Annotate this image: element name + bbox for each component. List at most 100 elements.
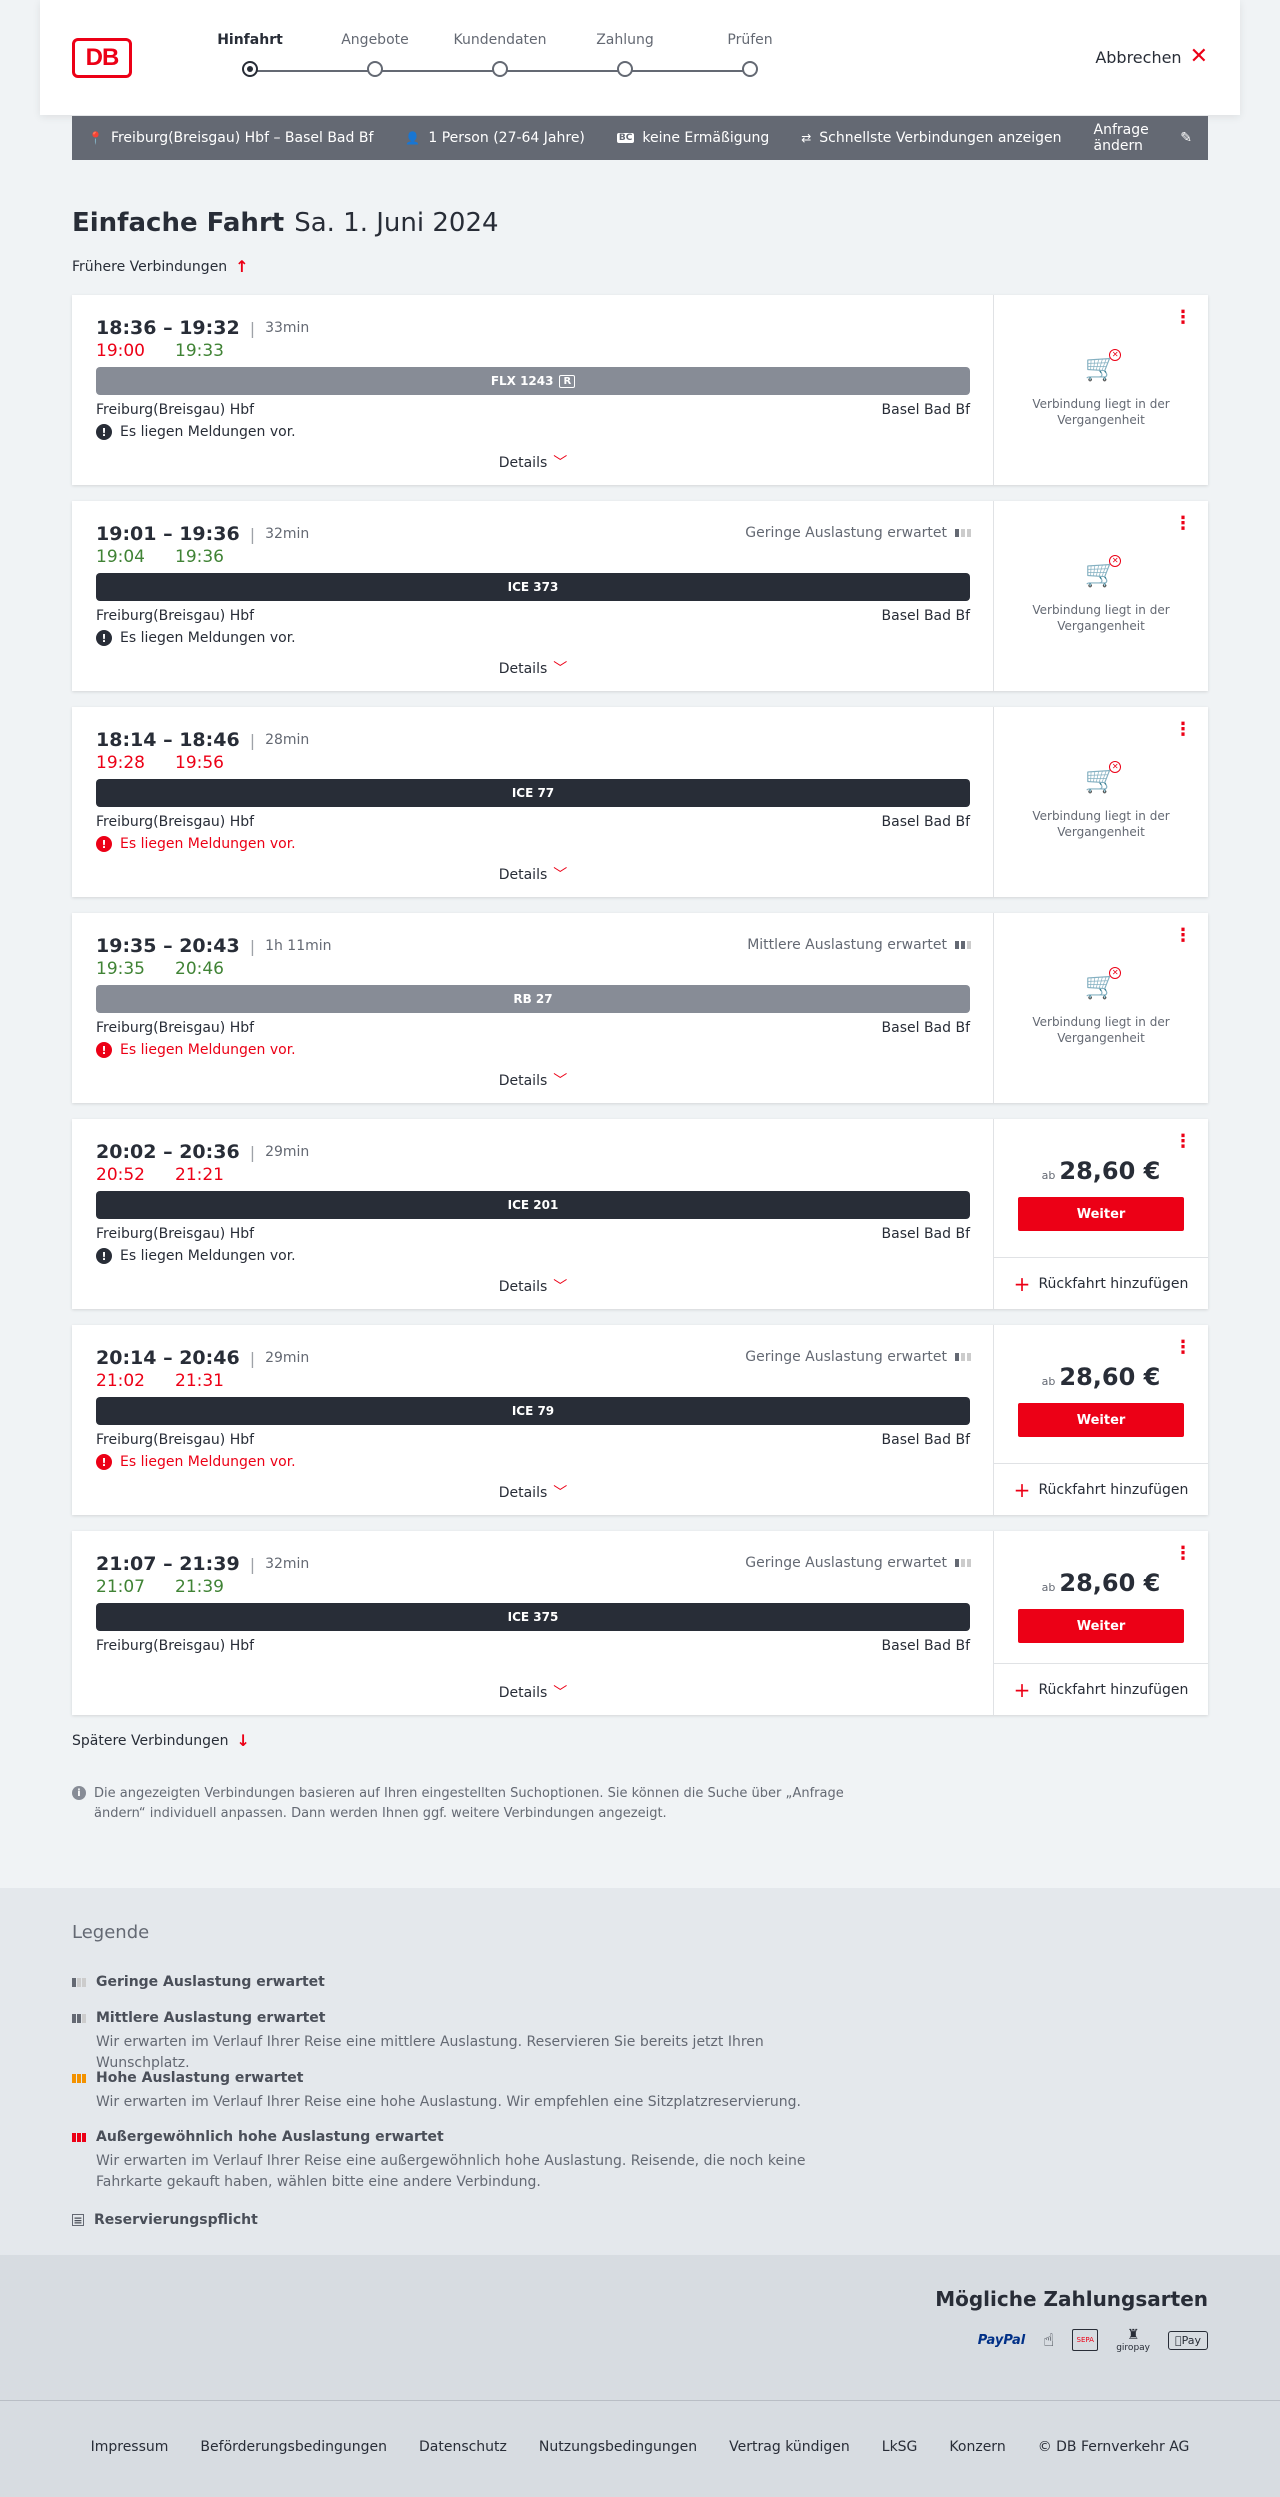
footer-link-konzern[interactable]: Konzern (949, 2439, 1005, 2455)
legend-item: Mittlere Auslastung erwartet Wir erwarte… (72, 2010, 856, 2074)
add-return-button[interactable]: + Rückfahrt hinzufügen (994, 1257, 1208, 1309)
footer-link-datenschutz[interactable]: Datenschutz (419, 2439, 507, 2455)
legend-item: Hohe Auslastung erwartet Wir erwarten im… (72, 2070, 856, 2113)
message-notice[interactable]: ! Es liegen Meldungen vor. (96, 424, 296, 440)
cart-disabled-icon: 🛒 ✕ (1085, 761, 1122, 798)
scheduled-times: 20:02 – 20:36 | 29min (96, 1141, 309, 1163)
connection-offer: ⋮ 🛒 ✕ Verbindung liegt in der Vergangenheit (994, 295, 1208, 485)
person-icon: 👤 (405, 131, 421, 145)
step-zahlung: Zahlung (570, 32, 680, 77)
train-bar[interactable]: ICE 77 (96, 779, 970, 807)
details-toggle[interactable]: Details ﹀ (72, 1682, 994, 1702)
connection-card[interactable]: 20:02 – 20:36 | 29min 20:52 21:21 ICE 201 Frei… (72, 1119, 1208, 1309)
details-toggle[interactable]: Details ﹀ (72, 864, 994, 884)
alert-icon: ! (96, 1454, 112, 1470)
arrow-down-icon: ↓ (236, 1731, 250, 1750)
footer: Impressum Beförderungsbedingungen Datens… (0, 2400, 1280, 2497)
train-bar[interactable]: RB 27 (96, 985, 970, 1013)
separator: | (249, 936, 256, 956)
duration: 32min (265, 526, 310, 542)
connection-card[interactable]: 19:01 – 19:36 | 32min 19:04 19:36 Geringe Aus… (72, 501, 1208, 691)
cancel-button[interactable]: Abbrechen ✕ (1095, 46, 1208, 68)
details-toggle[interactable]: Details ﹀ (72, 1482, 994, 1502)
connection-card[interactable]: 20:14 – 20:46 | 29min 21:02 21:31 Geringe Aus… (72, 1325, 1208, 1515)
more-options-icon[interactable]: ⋮ (1174, 309, 1192, 327)
later-connections-link[interactable]: Spätere Verbindungen ↓ (72, 1731, 250, 1750)
connection-offer: ⋮ ab 28,60 € Weiter + Rückfahrt hinzufügen (994, 1119, 1208, 1309)
page-title: Einfache Fahrt Sa. 1. Juni 2024 (72, 208, 499, 238)
more-options-icon[interactable]: ⋮ (1174, 515, 1192, 533)
earlier-connections-link[interactable]: Frühere Verbindungen ↑ (72, 257, 249, 276)
realtime-times: 19:04 19:36 (96, 547, 224, 567)
footer-link-befoerderungsbedingungen[interactable]: Beförderungsbedingungen (200, 2439, 387, 2455)
separator: | (249, 318, 256, 338)
connection-card[interactable]: 21:07 – 21:39 | 32min 21:07 21:39 Geringe Aus… (72, 1531, 1208, 1715)
footer-link-vertrag-kuendigen[interactable]: Vertrag kündigen (729, 2439, 850, 2455)
change-query-label: Anfrage ändern (1093, 122, 1149, 154)
legend-item-desc: Wir erwarten im Verlauf Ihrer Reise eine… (96, 2153, 806, 2190)
details-toggle[interactable]: Details ﹀ (72, 1070, 994, 1090)
train-bar[interactable]: ICE 373 (96, 573, 970, 601)
occupancy-text: Geringe Auslastung erwartet (745, 525, 947, 541)
connection-main: 18:14 – 18:46 | 28min 19:28 19:56 ICE 77 Freib… (72, 707, 994, 897)
arrival-station: Basel Bad Bf (881, 1226, 970, 1242)
details-toggle[interactable]: Details ﹀ (72, 1276, 994, 1296)
discount-text: keine Ermäßigung (642, 130, 770, 146)
train-bar[interactable]: ICE 201 (96, 1191, 970, 1219)
location-pin-icon: 📍 (88, 131, 103, 145)
details-toggle[interactable]: Details ﹀ (72, 452, 994, 472)
continue-button[interactable]: Weiter (1018, 1609, 1184, 1643)
details-label: Details (498, 1685, 548, 1701)
message-notice[interactable]: ! Es liegen Meldungen vor. (96, 1248, 296, 1264)
realtime-arrival: 21:39 (175, 1577, 224, 1597)
connection-card[interactable]: 19:35 – 20:43 | 1h 11min 19:35 20:46 Mittlere… (72, 913, 1208, 1103)
more-options-icon[interactable]: ⋮ (1174, 927, 1192, 945)
connection-offer: ⋮ 🛒 ✕ Verbindung liegt in der Vergangenheit (994, 501, 1208, 691)
connection-card[interactable]: 18:14 – 18:46 | 28min 19:28 19:56 ICE 77 Freib… (72, 707, 1208, 897)
footer-link-impressum[interactable]: Impressum (91, 2439, 169, 2455)
message-notice[interactable]: ! Es liegen Meldungen vor. (96, 630, 296, 646)
stations: Freiburg(Breisgau) Hbf Basel Bad Bf (96, 608, 970, 624)
search-info-note: i Die angezeigten Verbindungen basieren … (72, 1784, 852, 1823)
stations: Freiburg(Breisgau) Hbf Basel Bad Bf (96, 814, 970, 830)
alert-icon: ! (96, 630, 112, 646)
connection-main: 20:02 – 20:36 | 29min 20:52 21:21 ICE 201 Frei… (72, 1119, 994, 1309)
realtime-times: 21:07 21:39 (96, 1577, 224, 1597)
more-options-icon[interactable]: ⋮ (1174, 721, 1192, 739)
message-notice[interactable]: ! Es liegen Meldungen vor. (96, 1454, 296, 1470)
db-logo[interactable]: DB (72, 38, 132, 78)
add-return-button[interactable]: + Rückfahrt hinzufügen (994, 1663, 1208, 1715)
continue-button[interactable]: Weiter (1018, 1197, 1184, 1231)
realtime-times: 20:52 21:21 (96, 1165, 224, 1185)
connection-card[interactable]: 18:36 – 19:32 | 33min 19:00 19:33 FLX 1243 R Fr… (72, 295, 1208, 485)
add-return-button[interactable]: + Rückfahrt hinzufügen (994, 1463, 1208, 1515)
stations: Freiburg(Breisgau) Hbf Basel Bad Bf (96, 1432, 970, 1448)
train-bar[interactable]: ICE 79 (96, 1397, 970, 1425)
duration: 33min (265, 320, 310, 336)
separator: | (249, 730, 256, 750)
details-toggle[interactable]: Details ﹀ (72, 658, 994, 678)
train-bar[interactable]: FLX 1243 R (96, 367, 970, 395)
stations: Freiburg(Breisgau) Hbf Basel Bad Bf (96, 402, 970, 418)
train-bar[interactable]: ICE 375 (96, 1603, 970, 1631)
more-options-icon[interactable]: ⋮ (1174, 1545, 1192, 1563)
arrival-station: Basel Bad Bf (881, 1020, 970, 1036)
footer-link-lksg[interactable]: LkSG (882, 2439, 918, 2455)
footer-link-nutzungsbedingungen[interactable]: Nutzungsbedingungen (539, 2439, 697, 2455)
change-query-button[interactable]: Anfrage ändern ✎ (1094, 122, 1192, 154)
message-notice[interactable]: ! Es liegen Meldungen vor. (96, 1042, 296, 1058)
add-return-label: Rückfahrt hinzufügen (1038, 1481, 1189, 1498)
message-notice[interactable]: ! Es liegen Meldungen vor. (96, 836, 296, 852)
apple-pay-label: Pay (1181, 2333, 1201, 2347)
progress-stepper: Hinfahrt Angebote Kundendaten Zahlung Pr… (210, 32, 773, 82)
more-options-icon[interactable]: ⋮ (1174, 1133, 1192, 1151)
price-prefix: ab (1041, 1375, 1056, 1388)
more-options-icon[interactable]: ⋮ (1174, 1339, 1192, 1357)
step-label: Zahlung (596, 32, 654, 48)
separator: | (249, 1142, 256, 1162)
route-text: Freiburg(Breisgau) Hbf – Basel Bad Bf (110, 130, 374, 146)
train-name: RB 27 (513, 992, 553, 1006)
scheduled-time: 18:14 – 18:46 (96, 729, 240, 751)
payment-title: Mögliche Zahlungsarten (935, 2287, 1208, 2311)
continue-button[interactable]: Weiter (1018, 1403, 1184, 1437)
